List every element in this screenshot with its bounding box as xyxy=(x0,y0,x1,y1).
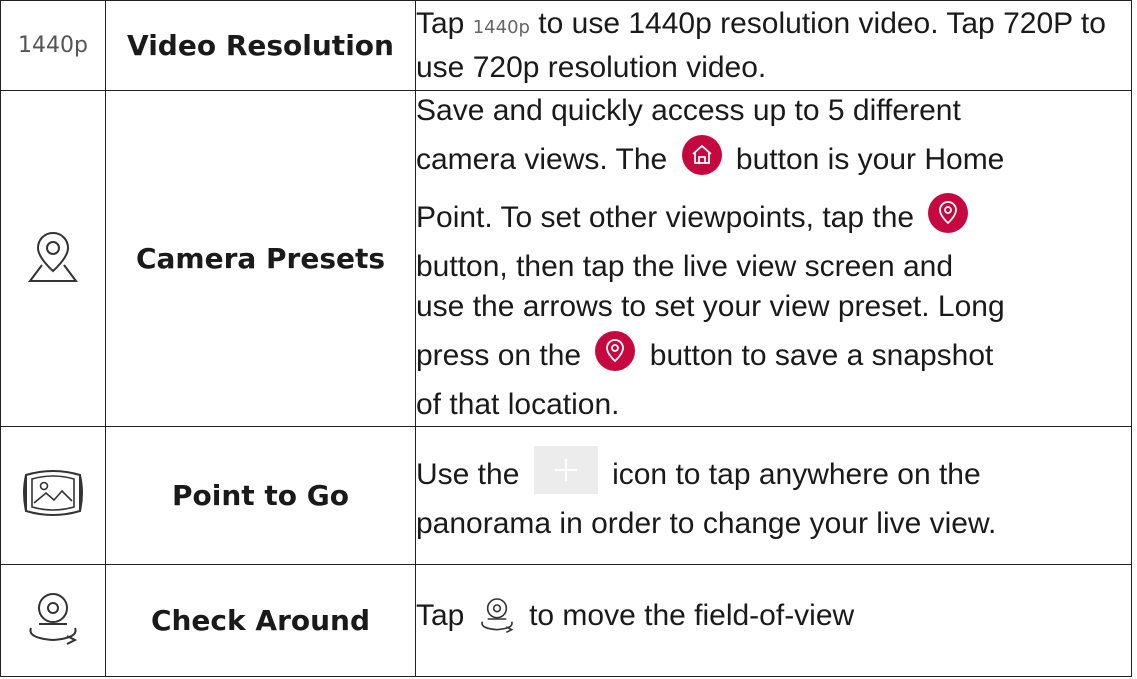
table-row: 1440p Video Resolution Tap 1440p to use … xyxy=(0,0,1132,92)
feature-name: Camera Presets xyxy=(105,90,416,427)
location-pin-button-icon xyxy=(928,193,969,234)
feature-table: 1440p Video Resolution Tap 1440p to use … xyxy=(0,0,1132,678)
check-around-icon[interactable] xyxy=(0,563,106,678)
desc-text: camera views. The xyxy=(416,143,668,177)
feature-description: Tap to move the field-of-view xyxy=(415,563,1132,678)
desc-line: Save and quickly access up to 5 differen… xyxy=(416,94,961,128)
desc-line: camera views. The button is your Home xyxy=(416,131,1131,189)
table-row: Check Around Tap to move the field-of-vi… xyxy=(0,563,1132,678)
desc-text: Tap xyxy=(416,598,465,632)
home-button-icon xyxy=(681,135,722,176)
resolution-label: 1440p xyxy=(18,33,88,59)
desc-line: button, then tap the live view screen an… xyxy=(416,250,954,284)
location-pin-button-icon xyxy=(595,331,636,372)
desc-text: to move the field-of-view xyxy=(529,598,855,632)
desc-text: icon to tap anywhere on the xyxy=(612,458,981,492)
feature-description: Save and quickly access up to 5 differen… xyxy=(415,90,1132,427)
desc-line: press on the button to save a snapshot xyxy=(416,327,1131,385)
plus-icon xyxy=(533,446,598,495)
feature-name: Check Around xyxy=(105,563,416,678)
table-row: Point to Go Use the icon to tap anywhere… xyxy=(0,425,1132,565)
resolution-inline-icon: 1440p xyxy=(472,16,530,38)
table-row: Camera Presets Save and quickly access u… xyxy=(0,90,1132,427)
feature-description: Tap 1440p to use 1440p resolution video.… xyxy=(415,0,1132,92)
feature-name: Video Resolution xyxy=(105,0,416,92)
desc-line: use the arrows to set your view preset. … xyxy=(416,290,1005,324)
feature-name: Point to Go xyxy=(105,425,416,565)
desc-text: Tap xyxy=(416,6,465,40)
desc-text: button to save a snapshot xyxy=(649,339,994,373)
desc-line: Point. To set other viewpoints, tap the xyxy=(416,189,1131,247)
desc-text: Point. To set other viewpoints, tap the xyxy=(416,201,915,235)
resolution-icon[interactable]: 1440p xyxy=(0,0,106,92)
desc-line: panorama in order to change your live vi… xyxy=(416,507,997,541)
desc-text: press on the xyxy=(416,339,582,373)
desc-text: Use the xyxy=(416,458,520,492)
check-around-inline-icon xyxy=(477,595,517,646)
desc-text: button is your Home xyxy=(735,143,1005,177)
desc-line: of that location. xyxy=(416,388,620,422)
panorama-icon[interactable] xyxy=(0,425,106,565)
feature-description: Use the icon to tap anywhere on the pano… xyxy=(415,425,1132,565)
desc-line: Use the icon to tap anywhere on the xyxy=(416,446,1131,504)
map-pin-icon[interactable] xyxy=(0,90,106,427)
